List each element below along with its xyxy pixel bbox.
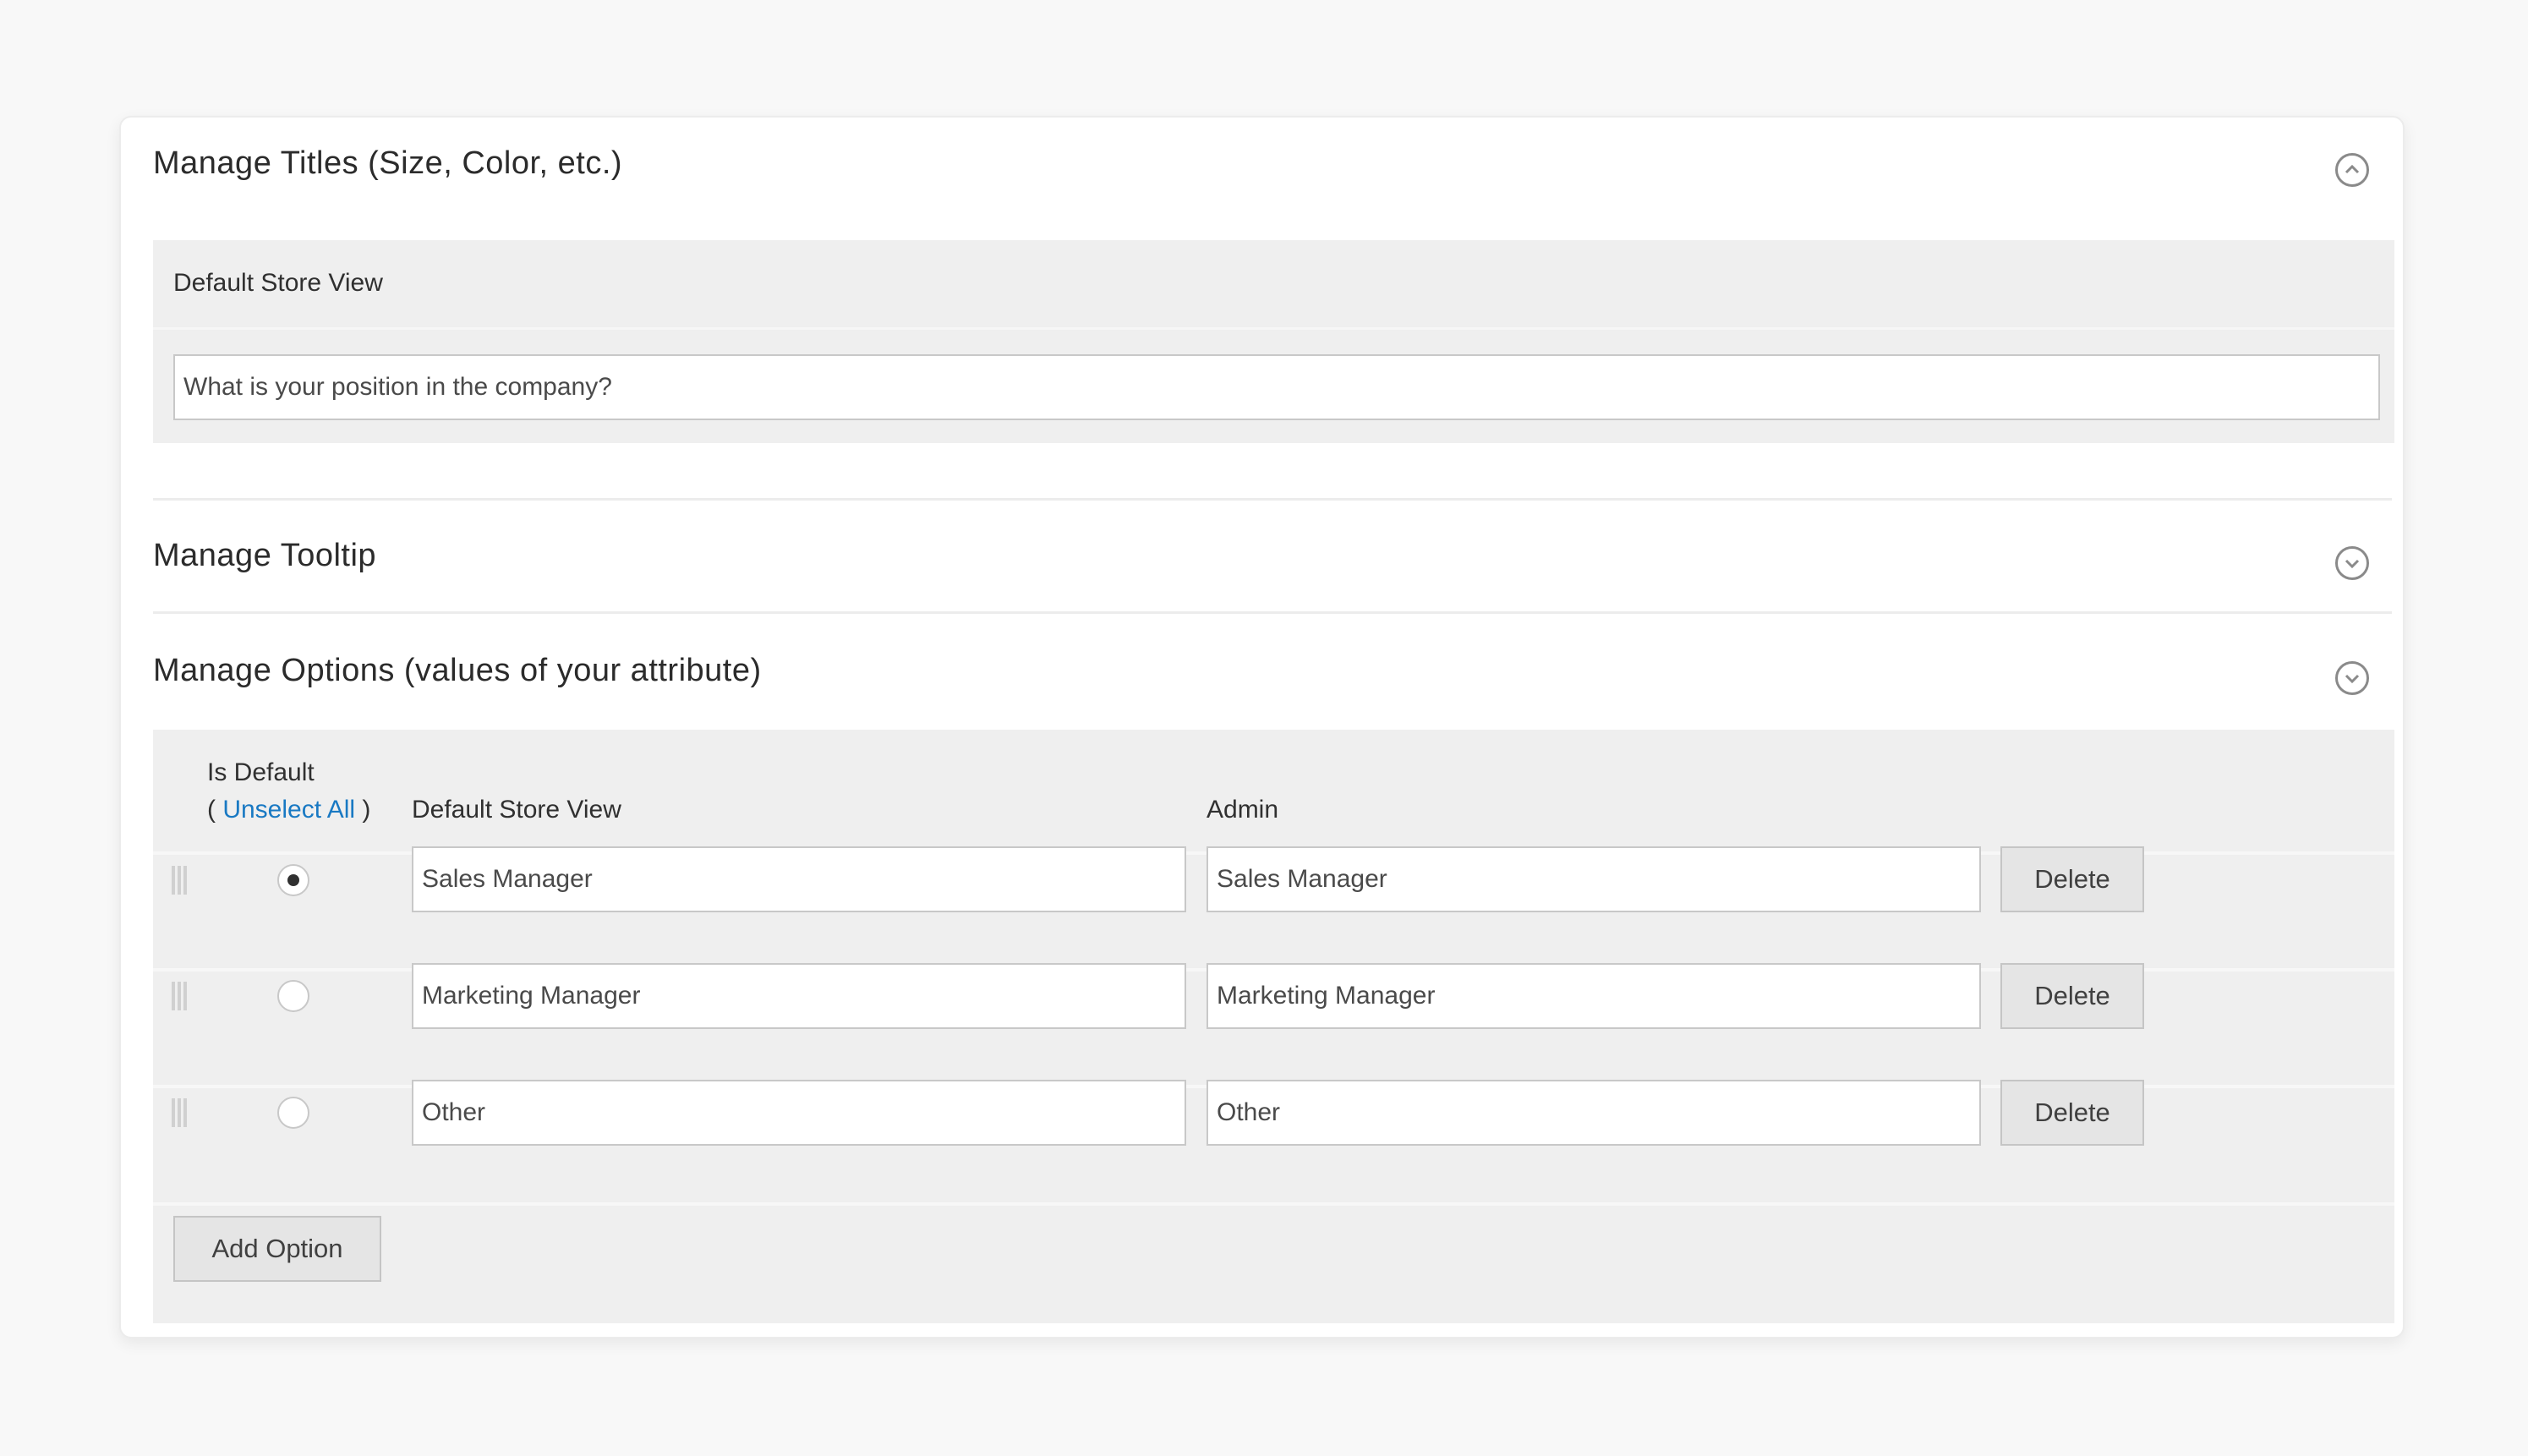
delete-option-button[interactable]: Delete [2000,1080,2144,1146]
drag-handle-icon[interactable] [172,982,187,1010]
add-option-button[interactable]: Add Option [173,1216,381,1282]
admin-value-input[interactable] [1207,1080,1981,1146]
is-default-radio[interactable] [277,980,309,1012]
delete-option-button[interactable]: Delete [2000,963,2144,1029]
is-default-radio[interactable] [277,864,309,896]
store-view-value-input[interactable] [412,963,1186,1029]
unselect-close-paren: ) [355,796,371,824]
row-separator [153,1202,2394,1206]
default-store-view-label: Default Store View [173,269,383,297]
manage-tooltip-heading[interactable]: Manage Tooltip [153,538,376,574]
section-divider [153,498,2392,501]
is-default-radio[interactable] [277,1097,309,1129]
drag-handle-icon[interactable] [172,866,187,895]
panel-separator [153,327,2394,330]
chevron-up-circle-icon[interactable] [2335,153,2369,187]
unselect-open-paren: ( [207,796,223,824]
admin-value-input[interactable] [1207,963,1981,1029]
admin-value-input[interactable] [1207,846,1981,912]
store-view-value-input[interactable] [412,846,1186,912]
store-view-column-header: Default Store View [412,796,621,824]
delete-option-button[interactable]: Delete [2000,846,2144,912]
chevron-down-circle-icon[interactable] [2335,546,2369,580]
chevron-down-circle-icon[interactable] [2335,661,2369,695]
is-default-header: Is Default [207,758,315,786]
section-divider [153,611,2392,614]
attribute-options-card: Manage Titles (Size, Color, etc.) Defaul… [119,116,2405,1338]
titles-panel: Default Store View [153,240,2394,443]
default-store-view-title-input[interactable] [173,354,2380,420]
manage-options-heading[interactable]: Manage Options (values of your attribute… [153,653,762,689]
options-panel: Is Default ( Unselect All ) Default Stor… [153,730,2394,1323]
admin-column-header: Admin [1207,796,1279,824]
manage-titles-heading[interactable]: Manage Titles (Size, Color, etc.) [153,145,622,182]
drag-handle-icon[interactable] [172,1098,187,1127]
unselect-all-wrapper: ( Unselect All ) [207,796,370,824]
store-view-value-input[interactable] [412,1080,1186,1146]
unselect-all-link[interactable]: Unselect All [222,796,355,824]
